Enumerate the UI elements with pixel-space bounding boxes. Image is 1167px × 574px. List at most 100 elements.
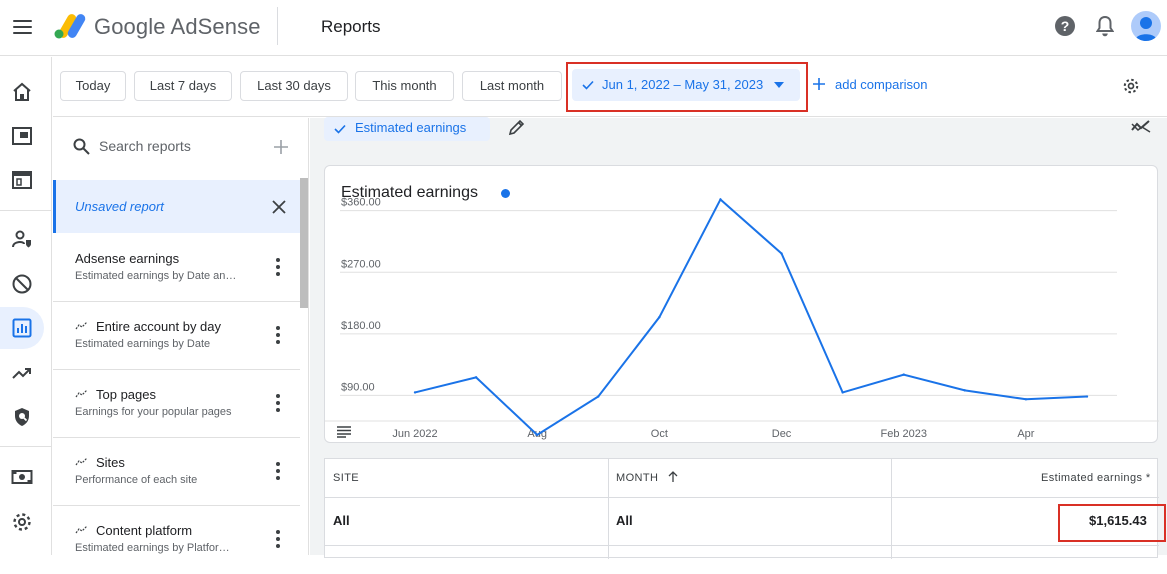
page-title: Reports xyxy=(321,17,381,36)
y-tick-label: $270.00 xyxy=(341,258,381,270)
report-item-top-pages[interactable]: Top pages Earnings for your popular page… xyxy=(53,370,300,438)
x-tick-label: Oct xyxy=(651,428,668,440)
earnings-line-chart: $360.00$270.00$180.00$90.00Jun 2022AugOc… xyxy=(325,197,1159,440)
chart-card: Estimated earnings $360.00 $270.00 $180.00… xyxy=(324,165,1159,443)
data-point[interactable] xyxy=(474,376,478,379)
check-icon xyxy=(582,80,594,90)
divider xyxy=(277,7,278,45)
chip-last-30-days[interactable]: Last 30 days xyxy=(240,71,348,101)
report-item-sites[interactable]: Sites Performance of each site xyxy=(53,438,300,506)
report-main-area: Estimated earnings Estimated earnings $3… xyxy=(310,117,1167,559)
report-subtitle: Estimated earnings by Date an… xyxy=(75,270,237,282)
help-icon[interactable]: ? xyxy=(1055,16,1075,36)
data-point[interactable] xyxy=(963,389,967,392)
metric-chip-estimated-earnings[interactable]: Estimated earnings xyxy=(324,117,490,141)
data-point[interactable] xyxy=(841,391,844,394)
adsense-logo-icon xyxy=(54,14,86,39)
check-icon xyxy=(334,124,346,134)
trend-icon[interactable] xyxy=(1130,118,1152,136)
more-options-icon[interactable] xyxy=(273,326,283,346)
top-app-bar: Google AdSense Reports ? xyxy=(0,0,1167,56)
total-row-month: All xyxy=(616,513,633,528)
payments-icon[interactable] xyxy=(10,465,34,489)
data-point[interactable] xyxy=(535,433,539,437)
auto-report-icon xyxy=(75,389,88,398)
dropdown-arrow-icon xyxy=(774,82,784,88)
home-icon[interactable] xyxy=(10,80,34,104)
metric-chip-label: Estimated earnings xyxy=(355,120,467,135)
y-tick-label: $360.00 xyxy=(341,197,381,209)
privacy-messaging-icon[interactable] xyxy=(10,227,34,251)
column-header-site[interactable]: SITE xyxy=(333,459,359,497)
column-header-estimated-earnings[interactable]: Estimated earnings * xyxy=(1041,459,1151,497)
y-tick-label: $90.00 xyxy=(341,381,375,393)
rail-divider xyxy=(0,446,52,447)
ads-icon[interactable] xyxy=(10,124,34,148)
unsaved-report-item[interactable]: Unsaved report xyxy=(53,180,300,233)
data-point[interactable] xyxy=(780,252,783,255)
block-icon[interactable] xyxy=(10,272,34,296)
x-tick-label: Jun 2022 xyxy=(392,428,437,440)
chip-last-month[interactable]: Last month xyxy=(462,71,562,101)
data-point[interactable] xyxy=(597,395,600,398)
reports-icon[interactable] xyxy=(10,316,34,340)
scrollbar[interactable] xyxy=(300,178,308,308)
reports-panel: Search reports Unsaved report Adsense ea… xyxy=(53,118,309,555)
x-tick-label: Apr xyxy=(1017,428,1034,440)
report-table: SITE MONTH Estimated earnings * All All … xyxy=(324,458,1166,559)
report-subtitle: Performance of each site xyxy=(75,474,198,486)
data-point[interactable] xyxy=(902,373,905,376)
chip-this-month[interactable]: This month xyxy=(355,71,454,101)
report-subtitle: Estimated earnings by Date xyxy=(75,338,211,350)
brand-name: Google AdSense xyxy=(94,14,261,39)
column-header-month-label: MONTH xyxy=(616,472,659,484)
data-point[interactable] xyxy=(658,315,661,319)
unsaved-report-label: Unsaved report xyxy=(75,199,164,214)
y-tick-label: $180.00 xyxy=(341,320,381,332)
column-divider xyxy=(891,459,892,559)
report-title: Adsense earnings xyxy=(75,251,180,266)
date-range-label: Jun 1, 2022 – May 31, 2023 xyxy=(602,77,764,92)
report-item-entire-account-by-day[interactable]: Entire account by day Estimated earnings… xyxy=(53,302,300,370)
chip-last-7-days[interactable]: Last 7 days xyxy=(134,71,232,101)
report-item-adsense-earnings[interactable]: Adsense earnings Estimated earnings by D… xyxy=(53,234,300,302)
search-icon xyxy=(73,138,90,155)
more-options-icon[interactable] xyxy=(273,462,283,482)
auto-report-icon xyxy=(75,321,88,330)
chart-menu-icon[interactable] xyxy=(337,426,351,438)
data-point[interactable] xyxy=(1085,395,1089,398)
column-header-month[interactable]: MONTH xyxy=(616,459,678,497)
data-point[interactable] xyxy=(719,198,722,201)
data-point[interactable] xyxy=(1024,398,1028,401)
total-highlight-box xyxy=(1058,504,1166,542)
browser-icon[interactable] xyxy=(10,168,34,192)
more-options-icon[interactable] xyxy=(273,530,283,550)
search-input[interactable]: Search reports xyxy=(99,138,191,154)
report-item-content-platform[interactable]: Content platform Estimated earnings by P… xyxy=(53,506,300,574)
trending-icon[interactable] xyxy=(10,361,34,385)
report-title: Content platform xyxy=(96,523,193,538)
add-comparison-label: add comparison xyxy=(835,77,928,92)
shield-icon[interactable] xyxy=(10,405,34,429)
avatar[interactable] xyxy=(1131,11,1161,41)
report-title: Entire account by day xyxy=(96,319,222,334)
search-reports-row[interactable]: Search reports xyxy=(53,118,301,176)
x-tick-label: Dec xyxy=(772,428,792,440)
date-range-selector[interactable]: Jun 1, 2022 – May 31, 2023 xyxy=(572,69,800,101)
more-options-icon[interactable] xyxy=(273,258,283,278)
more-options-icon[interactable] xyxy=(273,394,283,414)
x-tick-label: Feb 2023 xyxy=(880,428,926,440)
hamburger-menu-icon[interactable] xyxy=(12,16,34,38)
report-subtitle: Estimated earnings by Platfor… xyxy=(75,542,230,554)
auto-report-icon xyxy=(75,457,88,466)
close-icon[interactable] xyxy=(272,200,286,214)
data-point[interactable] xyxy=(413,391,417,394)
bell-icon[interactable] xyxy=(1096,15,1114,37)
gear-icon[interactable] xyxy=(10,510,34,534)
plus-icon[interactable] xyxy=(273,139,289,155)
chip-today[interactable]: Today xyxy=(60,71,126,101)
arrow-up-icon xyxy=(668,471,678,482)
series-line xyxy=(414,197,1088,437)
pencil-icon[interactable] xyxy=(508,118,526,136)
gear-icon[interactable] xyxy=(1121,76,1141,96)
